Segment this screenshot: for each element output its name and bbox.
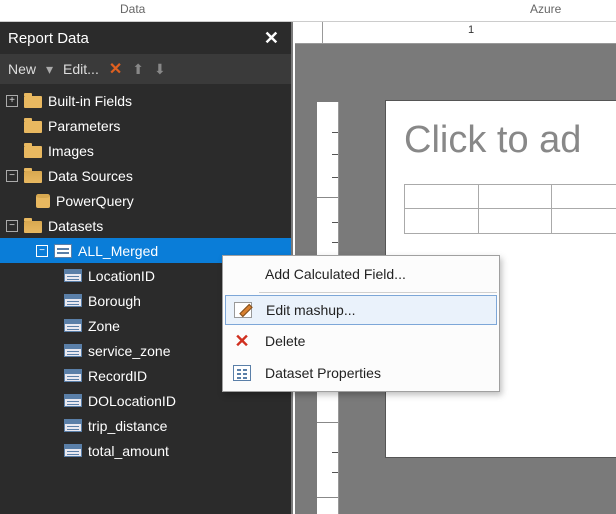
tree-label: Zone bbox=[88, 318, 120, 334]
tree-parameters[interactable]: Parameters bbox=[0, 113, 291, 138]
field-icon bbox=[64, 419, 82, 432]
arrow-down-icon[interactable]: ⬇ bbox=[154, 61, 166, 78]
ctx-dataset-properties[interactable]: Dataset Properties bbox=[225, 357, 497, 389]
tree-powerquery[interactable]: PowerQuery bbox=[0, 188, 291, 213]
database-icon bbox=[36, 194, 50, 208]
field-icon bbox=[64, 369, 82, 382]
tree-field[interactable]: total_amount bbox=[0, 438, 291, 463]
ctx-label: Add Calculated Field... bbox=[265, 266, 406, 282]
title-placeholder[interactable]: Click to ad bbox=[404, 119, 616, 162]
tree-label: ALL_Merged bbox=[78, 243, 158, 259]
ctx-label: Dataset Properties bbox=[265, 365, 381, 381]
tree-label: RecordID bbox=[88, 368, 147, 384]
edit-icon bbox=[232, 299, 254, 321]
ctx-edit-mashup[interactable]: Edit mashup... bbox=[225, 295, 497, 325]
new-button[interactable]: New bbox=[8, 61, 36, 77]
ctx-add-calculated-field[interactable]: Add Calculated Field... bbox=[225, 258, 497, 290]
tree-builtin-fields[interactable]: + Built-in Fields bbox=[0, 88, 291, 113]
tree-images[interactable]: Images bbox=[0, 138, 291, 163]
table-placeholder[interactable] bbox=[404, 184, 616, 234]
properties-icon bbox=[231, 362, 253, 384]
delete-x-icon: ✕ bbox=[231, 330, 253, 352]
arrow-up-icon[interactable]: ⬆ bbox=[132, 61, 144, 78]
close-icon[interactable]: ✕ bbox=[264, 28, 279, 49]
folder-icon bbox=[24, 121, 42, 133]
folder-icon bbox=[24, 96, 42, 108]
tree-data-sources[interactable]: − Data Sources bbox=[0, 163, 291, 188]
horizontal-ruler: 1 bbox=[323, 22, 616, 44]
tree-label: Built-in Fields bbox=[48, 93, 132, 109]
field-icon bbox=[64, 394, 82, 407]
tree-field[interactable]: trip_distance bbox=[0, 413, 291, 438]
panel-title: Report Data bbox=[8, 30, 264, 47]
folder-open-icon bbox=[24, 221, 42, 233]
field-icon bbox=[64, 444, 82, 457]
tree-label: Borough bbox=[88, 293, 141, 309]
dataset-icon bbox=[54, 244, 72, 258]
folder-icon bbox=[24, 146, 42, 158]
folder-open-icon bbox=[24, 171, 42, 183]
ctx-label: Edit mashup... bbox=[266, 302, 356, 318]
tree-label: Images bbox=[48, 143, 94, 159]
tree-label: total_amount bbox=[88, 443, 169, 459]
tree-label: LocationID bbox=[88, 268, 155, 284]
ctx-delete[interactable]: ✕ Delete bbox=[225, 325, 497, 357]
top-tab-azure[interactable]: Azure bbox=[530, 2, 561, 16]
context-menu: Add Calculated Field... Edit mashup... ✕… bbox=[222, 255, 500, 392]
tree-label: PowerQuery bbox=[56, 193, 134, 209]
field-icon bbox=[64, 294, 82, 307]
tree-label: service_zone bbox=[88, 343, 171, 359]
tree-label: Datasets bbox=[48, 218, 103, 234]
tree-label: Parameters bbox=[48, 118, 120, 134]
field-icon bbox=[64, 269, 82, 282]
edit-button[interactable]: Edit... bbox=[63, 61, 99, 77]
tree-label: Data Sources bbox=[48, 168, 133, 184]
ctx-label: Delete bbox=[265, 333, 305, 349]
tree-datasets[interactable]: − Datasets bbox=[0, 213, 291, 238]
tree-label: DOLocationID bbox=[88, 393, 176, 409]
top-tab-data[interactable]: Data bbox=[120, 2, 145, 16]
field-icon bbox=[64, 319, 82, 332]
field-icon bbox=[64, 344, 82, 357]
tree-label: trip_distance bbox=[88, 418, 167, 434]
delete-icon[interactable]: ✕ bbox=[109, 59, 122, 79]
blank-icon bbox=[231, 263, 253, 285]
ruler-corner bbox=[295, 22, 323, 44]
ruler-number: 1 bbox=[468, 24, 474, 36]
